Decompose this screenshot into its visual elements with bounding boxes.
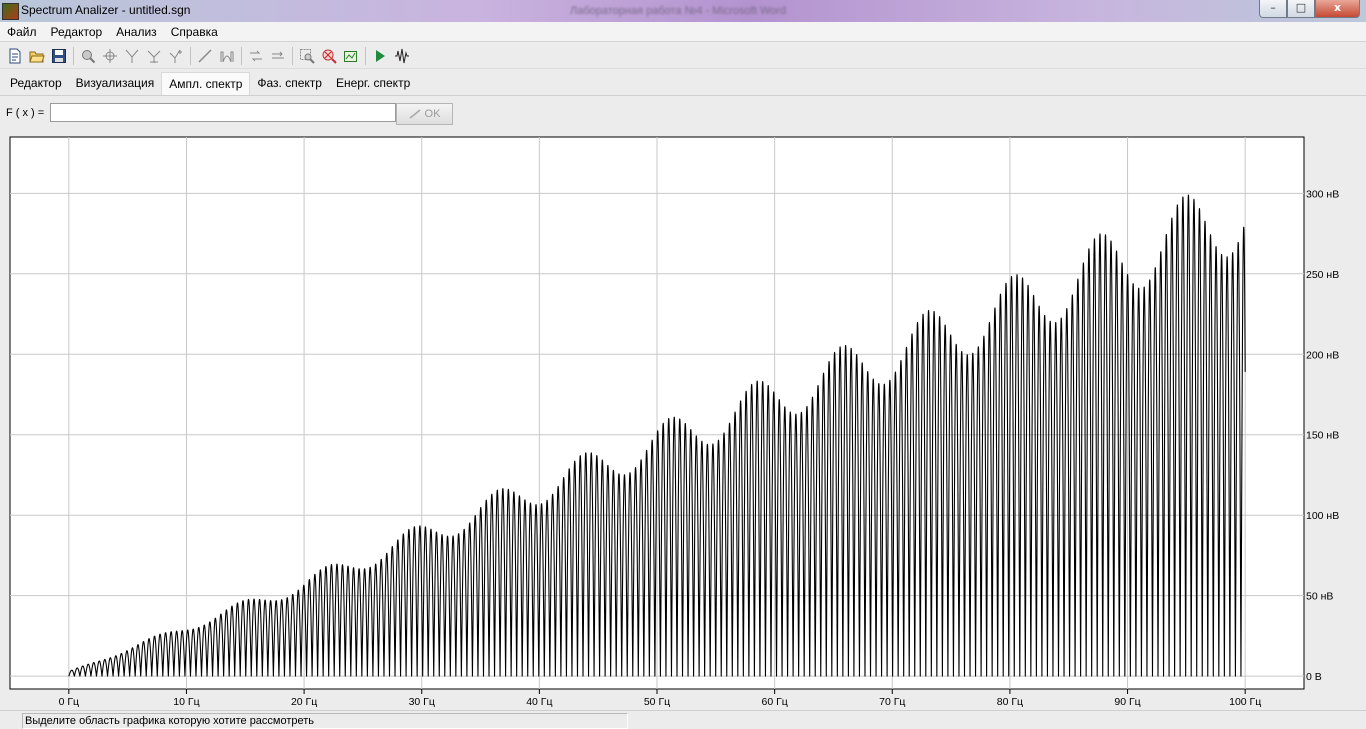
formula-label: F ( x ) = bbox=[6, 107, 45, 119]
open-icon bbox=[29, 51, 45, 62]
open-button[interactable] bbox=[26, 45, 48, 67]
window-function-icon bbox=[220, 51, 234, 62]
x-tick-label: 0 Гц bbox=[59, 696, 79, 708]
filter-alt-icon bbox=[147, 50, 161, 63]
filter-button[interactable] bbox=[121, 45, 143, 67]
x-tick-label: 70 Гц bbox=[879, 696, 905, 708]
menu-editor-label: Редактор bbox=[50, 24, 103, 39]
zoom-reset-button[interactable] bbox=[318, 45, 340, 67]
menu-editor[interactable]: Редактор bbox=[44, 25, 110, 39]
tab-visualization[interactable]: Визуализация bbox=[69, 72, 162, 94]
x-tick-label: 50 Гц bbox=[644, 696, 670, 708]
title-bar: Spectrum Analizer - untitled.sgn Лаборат… bbox=[0, 0, 1366, 22]
run-icon bbox=[376, 49, 385, 62]
menu-file-label: Файл bbox=[7, 24, 37, 39]
toolbar-separator bbox=[365, 46, 366, 65]
y-tick-label: 150 нВ bbox=[1306, 430, 1339, 442]
filter-alt-button[interactable] bbox=[143, 45, 165, 67]
swap-icon bbox=[250, 50, 262, 61]
y-tick-label: 50 нВ bbox=[1306, 591, 1333, 603]
window-function-button[interactable] bbox=[216, 45, 238, 67]
y-tick-label: 100 нВ bbox=[1306, 510, 1339, 522]
new-button[interactable] bbox=[4, 45, 26, 67]
x-tick-label: 40 Гц bbox=[526, 696, 552, 708]
app-icon bbox=[2, 3, 19, 20]
tab-energy-spectrum[interactable]: Енерг. спектр bbox=[329, 72, 417, 94]
swap-alt-button[interactable] bbox=[267, 45, 289, 67]
formula-input[interactable] bbox=[50, 103, 396, 122]
crosshair-icon bbox=[103, 48, 117, 63]
signal-button[interactable] bbox=[391, 45, 413, 67]
filter-icon bbox=[125, 49, 139, 63]
close-button[interactable]: x bbox=[1315, 0, 1360, 18]
x-tick-label: 20 Гц bbox=[291, 696, 317, 708]
minimize-button[interactable]: – bbox=[1259, 0, 1287, 18]
zoom-area-icon bbox=[300, 48, 315, 64]
x-tick-label: 80 Гц bbox=[997, 696, 1023, 708]
window-title: Spectrum Analizer - untitled.sgn bbox=[21, 3, 191, 17]
save-button[interactable] bbox=[48, 45, 70, 67]
y-tick-label: 250 нВ bbox=[1306, 269, 1339, 281]
ok-button-label: OK bbox=[424, 108, 441, 120]
x-tick-label: 10 Гц bbox=[173, 696, 199, 708]
background-window-title: Лабораторная работа №4 - Microsoft Word bbox=[570, 5, 787, 17]
y-axis-ticks: 0 В 50 нВ 100 нВ 150 нВ 200 нВ 250 нВ 300 нВ bbox=[1306, 188, 1339, 683]
window-controls: – □ x bbox=[1259, 0, 1360, 18]
formula-row: F ( x ) = OK bbox=[0, 100, 1366, 126]
save-icon bbox=[52, 48, 66, 63]
toolbar-separator bbox=[73, 46, 74, 65]
x-axis-ticks: 0 Гц 10 Гц 20 Гц 30 Гц 40 Гц 50 Гц 60 Гц 70 Гц 8… bbox=[59, 689, 1261, 708]
zoom-reset-icon bbox=[322, 49, 337, 64]
y-tick-label: 0 В bbox=[1306, 671, 1322, 683]
menu-help-label: Справка bbox=[170, 24, 218, 39]
export-button[interactable] bbox=[340, 45, 362, 67]
menu-bar: Файл Редактор Анализ Справка bbox=[0, 22, 1366, 42]
toolbar-separator bbox=[292, 46, 293, 65]
check-icon bbox=[409, 109, 421, 119]
menu-help[interactable]: Справка bbox=[164, 25, 225, 39]
run-button[interactable] bbox=[369, 45, 391, 67]
tab-bar: Редактор Визуализация Ампл. спектр Фаз. … bbox=[0, 71, 1366, 96]
y-tick-label: 200 нВ bbox=[1306, 349, 1339, 361]
new-icon bbox=[9, 48, 21, 63]
toolbar-separator bbox=[241, 46, 242, 65]
toolbar bbox=[0, 43, 1366, 69]
menu-file[interactable]: Файл bbox=[0, 25, 44, 39]
export-icon bbox=[344, 50, 357, 62]
menu-analysis[interactable]: Анализ bbox=[109, 25, 164, 39]
status-bar: Выделите область графика которую хотите … bbox=[0, 710, 1366, 729]
x-tick-label: 30 Гц bbox=[409, 696, 435, 708]
swap-button[interactable] bbox=[245, 45, 267, 67]
status-text: Выделите область графика которую хотите … bbox=[22, 713, 628, 729]
line-button[interactable] bbox=[194, 45, 216, 67]
swap-alt-icon bbox=[272, 51, 284, 58]
zoom-button[interactable] bbox=[77, 45, 99, 67]
toolbar-separator bbox=[190, 46, 191, 65]
zoom-icon bbox=[82, 49, 96, 63]
zoom-area-button[interactable] bbox=[296, 45, 318, 67]
ok-button[interactable]: OK bbox=[396, 103, 453, 125]
filter-plus-button[interactable] bbox=[165, 45, 187, 67]
y-tick-label: 300 нВ bbox=[1306, 188, 1339, 200]
crosshair-button[interactable] bbox=[99, 45, 121, 67]
filter-plus-icon bbox=[169, 49, 182, 63]
x-tick-label: 90 Гц bbox=[1114, 696, 1140, 708]
maximize-button[interactable]: □ bbox=[1287, 0, 1315, 18]
tab-amplitude-spectrum[interactable]: Ампл. спектр bbox=[161, 71, 251, 95]
tab-phase-spectrum[interactable]: Фаз. спектр bbox=[250, 72, 329, 94]
tab-editor[interactable]: Редактор bbox=[3, 72, 69, 94]
x-tick-label: 100 Гц bbox=[1229, 696, 1261, 708]
amplitude-spectrum-chart[interactable]: 0 Гц 10 Гц 20 Гц 30 Гц 40 Гц 50 Гц 60 Гц 70 Гц 8… bbox=[0, 128, 1366, 710]
signal-icon bbox=[395, 48, 409, 63]
x-tick-label: 60 Гц bbox=[761, 696, 787, 708]
menu-analysis-label: Анализ bbox=[116, 24, 157, 39]
line-icon bbox=[198, 48, 212, 63]
